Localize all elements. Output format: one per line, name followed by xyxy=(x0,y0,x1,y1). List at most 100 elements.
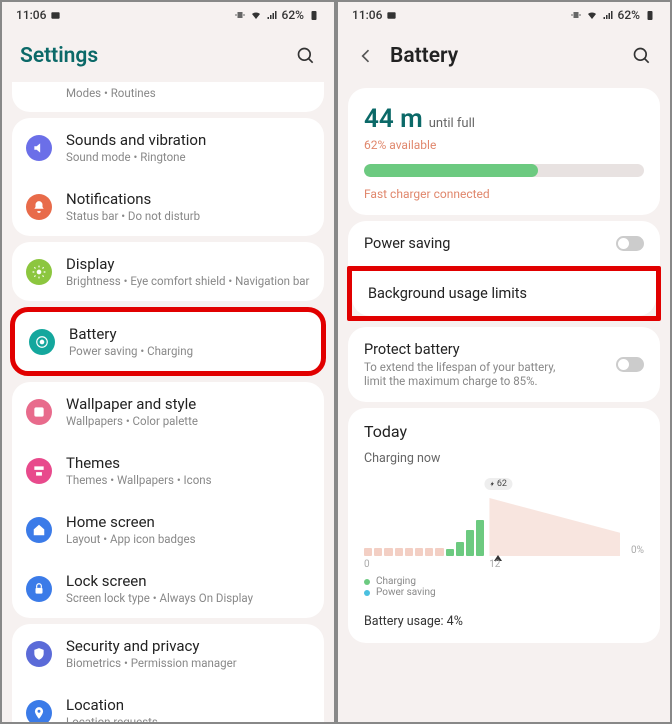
settings-item-home-screen[interactable]: Home screenLayout • App icon badges xyxy=(12,500,324,559)
chart-bar xyxy=(384,548,392,556)
settings-group-1: Power saving Background usage limits xyxy=(348,221,660,321)
item-subtitle: Wallpapers • Color palette xyxy=(66,414,310,428)
item-title: Battery xyxy=(69,325,307,343)
settings-card: BatteryPower saving • Charging xyxy=(10,307,326,376)
image-icon xyxy=(50,10,61,21)
time-until-full-suffix: until full xyxy=(429,116,475,131)
item-subtitle: Themes • Wallpapers • Icons xyxy=(66,473,310,487)
page-title: Settings xyxy=(20,44,98,68)
wifi-icon xyxy=(250,9,262,21)
shield-icon xyxy=(26,641,52,667)
page-title: Battery xyxy=(390,44,458,68)
vibrate-icon xyxy=(570,9,582,21)
item-subtitle: Brightness • Eye comfort shield • Naviga… xyxy=(66,274,310,288)
palette-icon xyxy=(26,399,52,425)
location-icon xyxy=(26,700,52,724)
brush-icon xyxy=(26,458,52,484)
battery-summary-card[interactable]: 44 m until full 62% available Fast charg… xyxy=(348,88,660,215)
protect-battery-row[interactable]: Protect battery To extend the lifespan o… xyxy=(348,327,660,402)
item-title: Security and privacy xyxy=(66,637,310,655)
bell-icon xyxy=(26,194,52,220)
settings-header: Settings xyxy=(2,26,334,82)
status-time: 11:06 xyxy=(352,8,382,22)
protect-battery-card: Protect battery To extend the lifespan o… xyxy=(348,327,660,402)
card-modes-partial: Modes • Routines xyxy=(12,82,324,112)
item-title: Display xyxy=(66,255,310,273)
protect-toggle[interactable] xyxy=(616,357,644,372)
settings-item-battery[interactable]: BatteryPower saving • Charging xyxy=(15,312,321,371)
battery-usage-label: Battery usage: 4% xyxy=(364,614,644,629)
settings-card: Sounds and vibrationSound mode • Rington… xyxy=(12,118,324,236)
chart-bar xyxy=(466,530,474,556)
battery-bar xyxy=(364,164,644,177)
chart-bar xyxy=(456,542,464,557)
battery-icon xyxy=(29,329,55,355)
chart-xaxis: 0 12 xyxy=(364,559,620,570)
chart-yzero: 0% xyxy=(631,545,644,556)
item-title: Home screen xyxy=(66,513,310,531)
settings-item-themes[interactable]: ThemesThemes • Wallpapers • Icons xyxy=(12,441,324,500)
status-bar: 11:06 62% xyxy=(338,2,670,26)
search-icon[interactable] xyxy=(632,46,652,66)
settings-item-location[interactable]: LocationLocation requests xyxy=(12,683,324,724)
home-icon xyxy=(26,517,52,543)
search-icon[interactable] xyxy=(296,46,316,66)
sun-icon xyxy=(26,259,52,285)
status-battery-pct: 62% xyxy=(282,8,304,22)
item-subtitle: Screen lock type • Always On Display xyxy=(66,591,310,605)
available-label: 62% available xyxy=(364,138,644,152)
chart-bar xyxy=(395,548,403,556)
power-saving-row[interactable]: Power saving xyxy=(348,221,660,266)
signal-icon xyxy=(602,9,614,21)
chart-bars xyxy=(364,498,620,556)
highlight-box: Background usage limits xyxy=(347,266,661,321)
battery-screen: 11:06 62% Battery 44 m until full 62% av… xyxy=(336,0,672,724)
legend-dot xyxy=(364,590,370,596)
today-title: Today xyxy=(364,422,644,441)
image-icon xyxy=(386,10,397,21)
charging-now-label: Charging now xyxy=(364,451,644,466)
item-title: Wallpaper and style xyxy=(66,395,310,413)
chart-bar xyxy=(374,548,382,556)
chart-bar xyxy=(425,548,433,556)
chart-bar xyxy=(415,548,423,556)
item-title: Themes xyxy=(66,454,310,472)
chart-bar xyxy=(435,548,443,556)
settings-item-security-and-privacy[interactable]: Security and privacyBiometrics • Permiss… xyxy=(12,624,324,683)
modes-subtitle: Modes • Routines xyxy=(12,82,324,112)
chart-current-badge: 62 xyxy=(485,478,512,490)
settings-card: DisplayBrightness • Eye comfort shield •… xyxy=(12,242,324,301)
item-title: Lock screen xyxy=(66,572,310,590)
power-saving-toggle[interactable] xyxy=(616,236,644,251)
battery-chart: 62 0% 0 12 xyxy=(364,478,644,570)
settings-item-notifications[interactable]: NotificationsStatus bar • Do not disturb xyxy=(12,177,324,236)
settings-item-display[interactable]: DisplayBrightness • Eye comfort shield •… xyxy=(12,242,324,301)
time-until-full: 44 m xyxy=(364,104,423,134)
background-usage-limits-row[interactable]: Background usage limits xyxy=(352,271,656,316)
volume-icon xyxy=(26,135,52,161)
chart-bar xyxy=(446,549,454,556)
legend-dot xyxy=(364,579,370,585)
battery-bar-fill xyxy=(364,164,538,177)
item-subtitle: Power saving • Charging xyxy=(69,344,307,358)
item-subtitle: Status bar • Do not disturb xyxy=(66,209,310,223)
battery-icon xyxy=(644,9,656,21)
status-bar: 11:06 62% xyxy=(2,2,334,26)
settings-card: Security and privacyBiometrics • Permiss… xyxy=(12,624,324,724)
charger-status: Fast charger connected xyxy=(364,187,644,201)
item-subtitle: Layout • App icon badges xyxy=(66,532,310,546)
settings-item-lock-screen[interactable]: Lock screenScreen lock type • Always On … xyxy=(12,559,324,618)
signal-icon xyxy=(266,9,278,21)
status-battery-pct: 62% xyxy=(618,8,640,22)
back-icon[interactable] xyxy=(356,46,376,66)
item-title: Location xyxy=(66,696,310,714)
vibrate-icon xyxy=(234,9,246,21)
settings-item-sounds-and-vibration[interactable]: Sounds and vibrationSound mode • Rington… xyxy=(12,118,324,177)
settings-card: Wallpaper and styleWallpapers • Color pa… xyxy=(12,382,324,618)
today-card[interactable]: Today Charging now 62 0% 0 12 ChargingPo… xyxy=(348,408,660,643)
power-saving-label: Power saving xyxy=(364,235,450,252)
lock-icon xyxy=(26,576,52,602)
legend-label: Power saving xyxy=(376,587,436,598)
protect-label: Protect battery xyxy=(364,341,564,358)
settings-item-wallpaper-and-style[interactable]: Wallpaper and styleWallpapers • Color pa… xyxy=(12,382,324,441)
